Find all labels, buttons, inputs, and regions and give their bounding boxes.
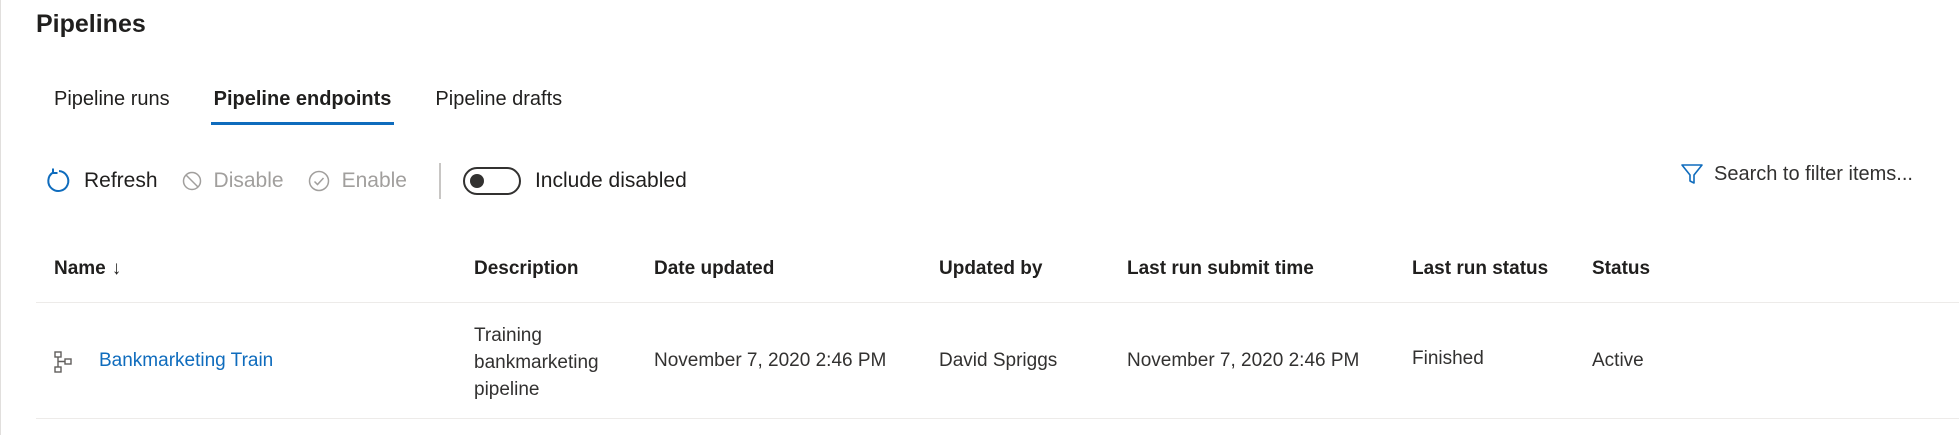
- check-circle-icon: [308, 170, 329, 192]
- toggle-knob: [469, 174, 484, 188]
- column-header-description[interactable]: Description: [474, 258, 579, 280]
- search-input[interactable]: Search to filter items...: [1714, 163, 1913, 186]
- refresh-label: Refresh: [84, 169, 158, 192]
- enable-label: Enable: [341, 169, 407, 192]
- include-disabled-toggle[interactable]: [462, 167, 521, 195]
- column-header-status[interactable]: Status: [1592, 258, 1650, 280]
- toolbar: Refresh Disable Enable Include disabled: [46, 163, 687, 199]
- left-border: [0, 0, 1, 435]
- enable-button[interactable]: Enable: [308, 169, 407, 193]
- pipeline-icon: [54, 351, 72, 373]
- tab-bar: Pipeline runs Pipeline endpoints Pipelin…: [54, 88, 562, 125]
- column-header-updated-by[interactable]: Updated by: [939, 258, 1042, 280]
- cell-last-run-submit-time: November 7, 2020 2:46 PM: [1127, 350, 1360, 371]
- table-row[interactable]: Bankmarketing Train Training bankmarketi…: [36, 312, 1959, 419]
- tab-pipeline-drafts[interactable]: Pipeline drafts: [435, 88, 562, 125]
- disable-label: Disable: [213, 169, 284, 192]
- column-header-date-updated[interactable]: Date updated: [654, 258, 774, 280]
- pipeline-name-link[interactable]: Bankmarketing Train: [99, 350, 273, 372]
- cell-status: Active: [1592, 350, 1644, 371]
- search-box[interactable]: Search to filter items...: [1680, 162, 1913, 186]
- column-header-last-run-submit-time[interactable]: Last run submit time: [1127, 258, 1314, 280]
- column-header-last-run-status[interactable]: Last run status: [1412, 258, 1548, 280]
- toolbar-divider: [438, 163, 441, 199]
- pipelines-page: Pipelines Pipeline runs Pipeline endpoin…: [0, 0, 1959, 435]
- tab-pipeline-runs[interactable]: Pipeline runs: [54, 88, 170, 125]
- disable-button[interactable]: Disable: [182, 169, 284, 193]
- refresh-icon: [47, 168, 70, 192]
- cell-updated-by: David Spriggs: [939, 350, 1058, 371]
- refresh-button[interactable]: Refresh: [46, 168, 158, 194]
- include-disabled-label: Include disabled: [534, 169, 687, 192]
- page-title: Pipelines: [36, 10, 146, 38]
- arrow-down-icon: ↓: [111, 258, 122, 279]
- column-header-name-label: Name: [54, 258, 106, 279]
- cell-last-run-status: Finished: [1412, 348, 1484, 369]
- tab-pipeline-endpoints[interactable]: Pipeline endpoints: [210, 88, 395, 125]
- cell-date-updated: November 7, 2020 2:46 PM: [654, 350, 887, 371]
- table-header: Name ↓ Description Date updated Updated b…: [36, 258, 1959, 303]
- cell-description: Training bankmarketing pipeline: [474, 325, 599, 400]
- column-header-name[interactable]: Name ↓: [54, 258, 121, 280]
- filter-icon: [1681, 164, 1703, 184]
- block-icon: [182, 171, 201, 191]
